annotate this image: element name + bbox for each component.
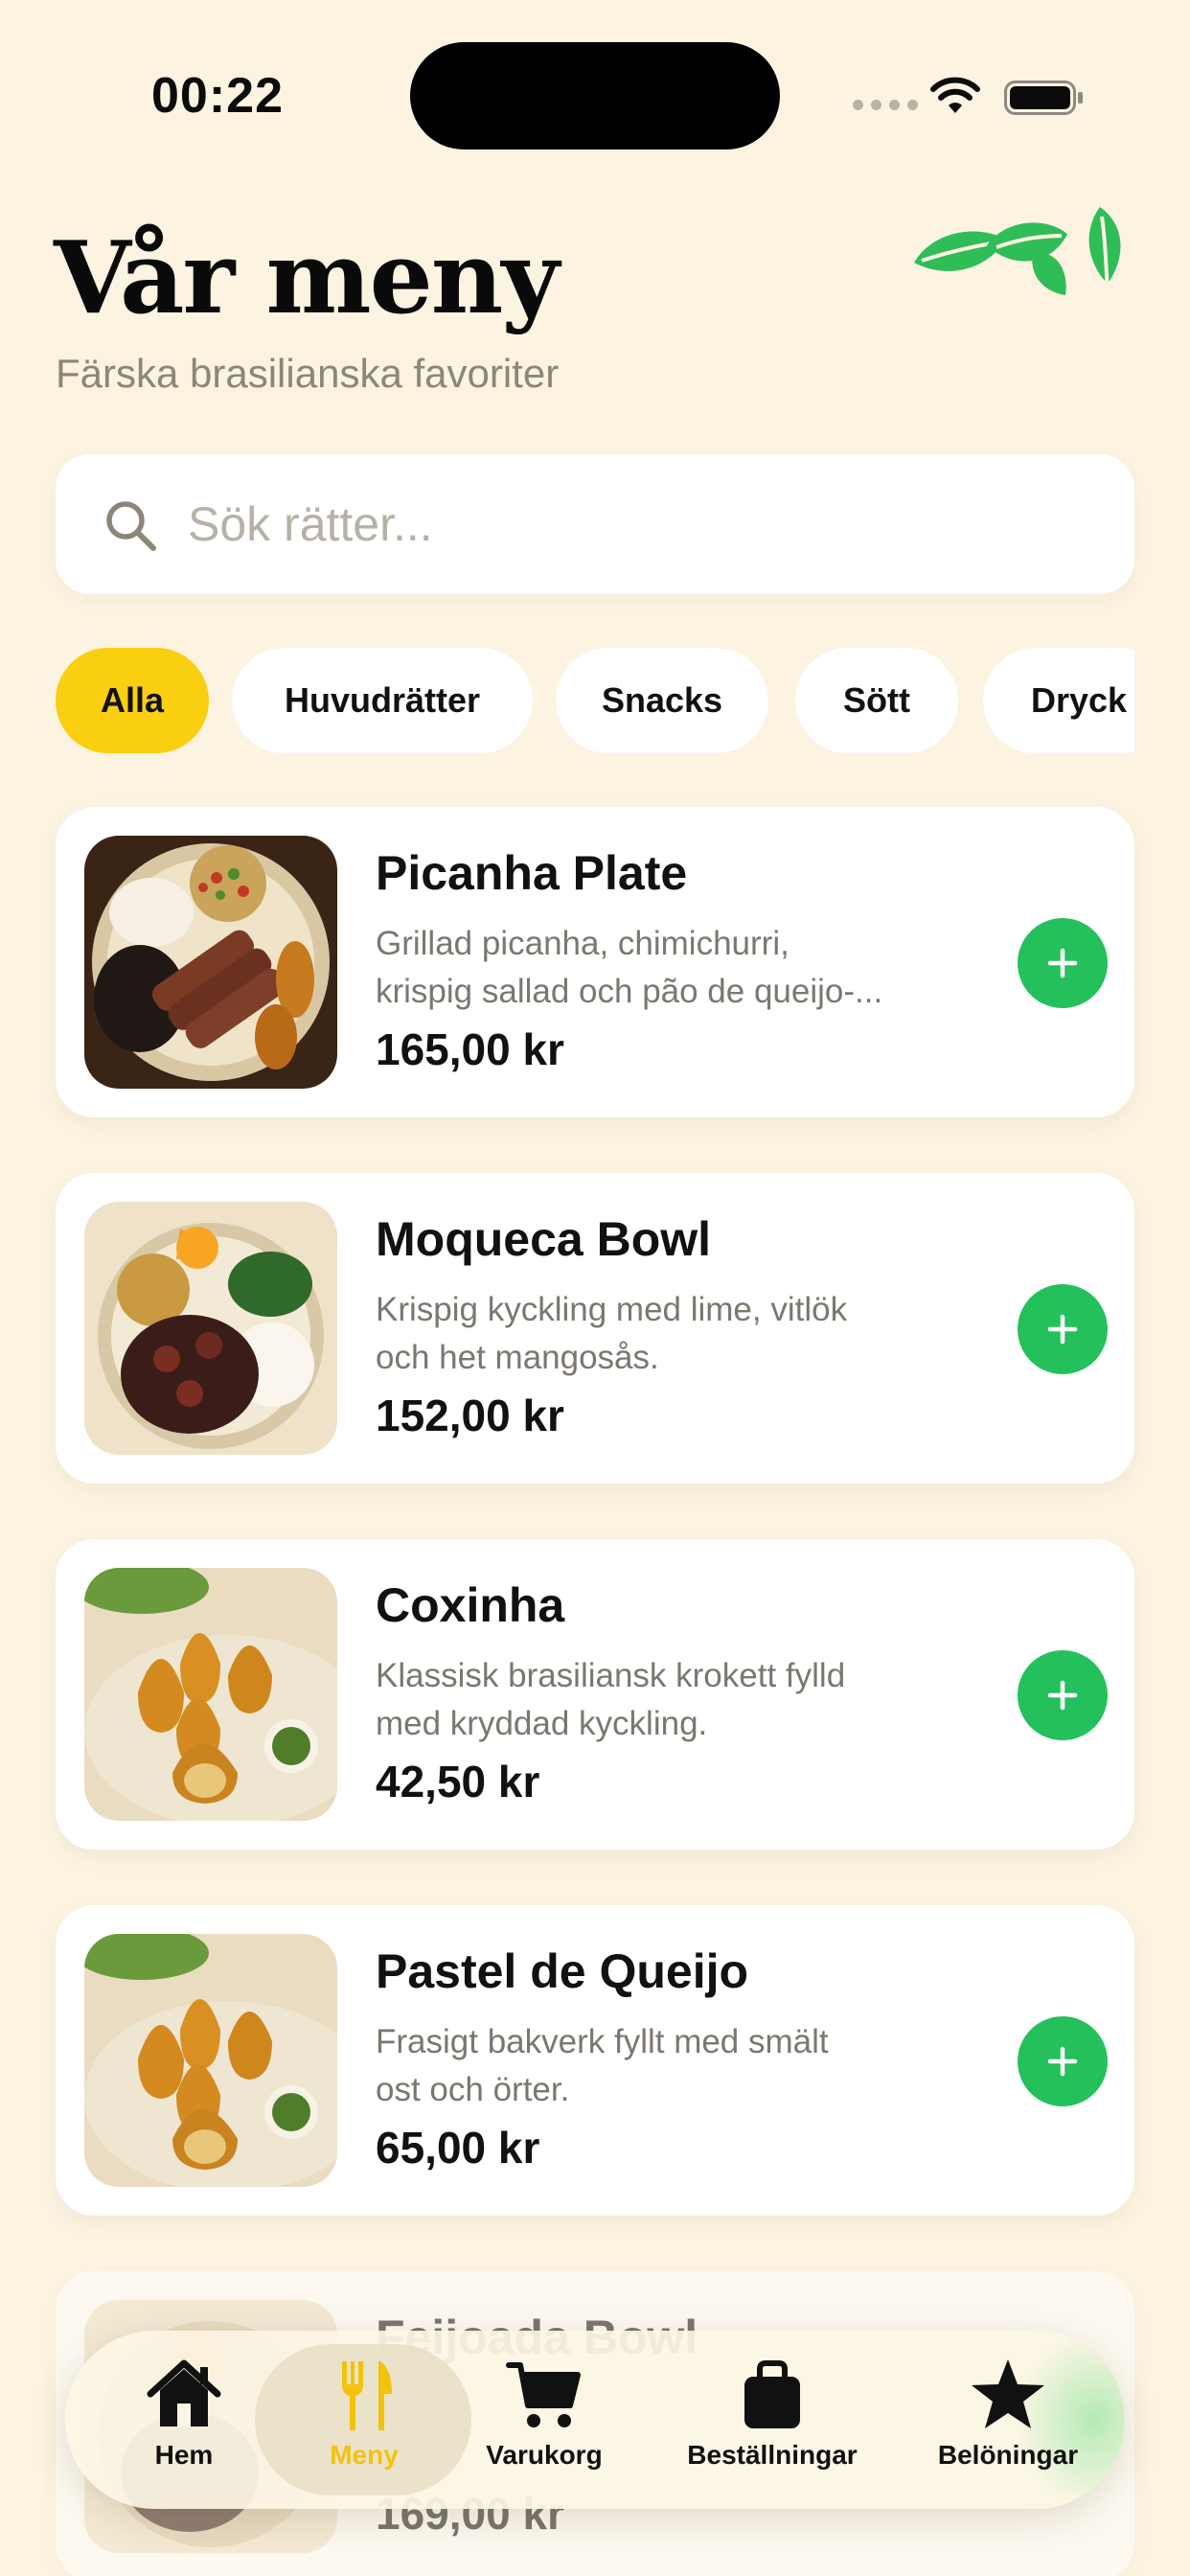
menu-item-name: Coxinha xyxy=(376,1578,565,1632)
chip-dryck[interactable]: Dryck xyxy=(983,648,1134,753)
tab-bestallningar[interactable]: Beställningar xyxy=(657,2356,887,2490)
menu-item-description: Klassisk brasiliansk krokett fylld med k… xyxy=(376,1657,846,1742)
coxinha-image xyxy=(84,1568,337,1821)
plus-icon xyxy=(1047,1314,1078,1345)
bag-icon xyxy=(744,2360,800,2428)
menu-item-description: Grillad picanha, chimichurri, krispig sa… xyxy=(376,925,883,1010)
cart-icon xyxy=(506,2362,581,2427)
menu-item-card[interactable]: Pastel de Queijo Frasigt bakverk fyllt m… xyxy=(56,1905,1134,2216)
add-to-cart-button[interactable] xyxy=(1018,1650,1108,1740)
leaves-icon xyxy=(914,207,1121,295)
add-to-cart-button[interactable] xyxy=(1018,918,1108,1008)
tab-varukorg[interactable]: Varukorg xyxy=(448,2356,640,2490)
page-title: Vår meny xyxy=(54,218,560,336)
plus-icon xyxy=(1047,2046,1078,2077)
tab-hem[interactable]: Hem xyxy=(88,2356,280,2490)
menu-item-price: 152,00 kr xyxy=(376,1391,564,1440)
pastel-de-queijo-image xyxy=(84,1934,337,2187)
plus-icon xyxy=(1047,948,1078,978)
chip-snacks[interactable]: Snacks xyxy=(556,648,768,753)
menu-item-card[interactable]: Moqueca Bowl Krispig kyckling med lime, … xyxy=(56,1173,1134,1484)
status-bar: 00:22 xyxy=(0,0,1190,192)
menu-item-name: Picanha Plate xyxy=(376,846,688,900)
menu-item-price: 65,00 kr xyxy=(376,2123,540,2173)
menu-item-description: Frasigt bakverk fyllt med smält ost och … xyxy=(376,2023,829,2108)
dynamic-island xyxy=(410,42,780,150)
star-icon xyxy=(972,2359,1044,2428)
wifi-icon xyxy=(930,77,980,113)
menu-item-card[interactable]: Picanha Plate Grillad picanha, chimichur… xyxy=(56,807,1134,1117)
house-icon xyxy=(147,2359,221,2426)
add-to-cart-button[interactable] xyxy=(1018,1284,1108,1374)
tab-meny[interactable]: Meny xyxy=(268,2356,460,2490)
chip-sott[interactable]: Sött xyxy=(795,648,958,753)
menu-item-card[interactable]: Coxinha Klassisk brasiliansk krokett fyl… xyxy=(56,1539,1134,1850)
chip-alla[interactable]: Alla xyxy=(56,648,209,753)
picanha-plate-image xyxy=(84,836,337,1089)
menu-item-name: Pastel de Queijo xyxy=(376,1944,749,1998)
menu-item-name: Moqueca Bowl xyxy=(376,1212,712,1266)
cellular-signal-icon xyxy=(853,100,918,110)
fork-knife-icon xyxy=(342,2361,392,2430)
add-to-cart-button[interactable] xyxy=(1018,2016,1108,2106)
moqueca-bowl-image xyxy=(84,1202,337,1455)
search-bar xyxy=(56,454,1134,594)
menu-item-price: 42,50 kr xyxy=(376,1757,540,1806)
chip-huvudratter[interactable]: Huvudrätter xyxy=(232,648,533,753)
category-filter-bar: Alla Huvudrätter Snacks Sött Dryck xyxy=(56,648,1134,753)
plus-icon xyxy=(1047,1680,1078,1711)
search-icon xyxy=(106,501,156,551)
tab-beloningar[interactable]: Belöningar xyxy=(893,2356,1123,2490)
search-input[interactable] xyxy=(188,454,1088,594)
status-time: 00:22 xyxy=(151,68,284,124)
menu-item-price: 165,00 kr xyxy=(376,1024,564,1074)
battery-icon xyxy=(1004,80,1083,115)
tab-bar: Hem Meny Varukorg Beställningar Belöning… xyxy=(65,2331,1125,2509)
menu-item-description: Krispig kyckling med lime, vitlök och he… xyxy=(376,1291,848,1376)
page-subtitle: Färska brasilianska favoriter xyxy=(56,351,560,396)
